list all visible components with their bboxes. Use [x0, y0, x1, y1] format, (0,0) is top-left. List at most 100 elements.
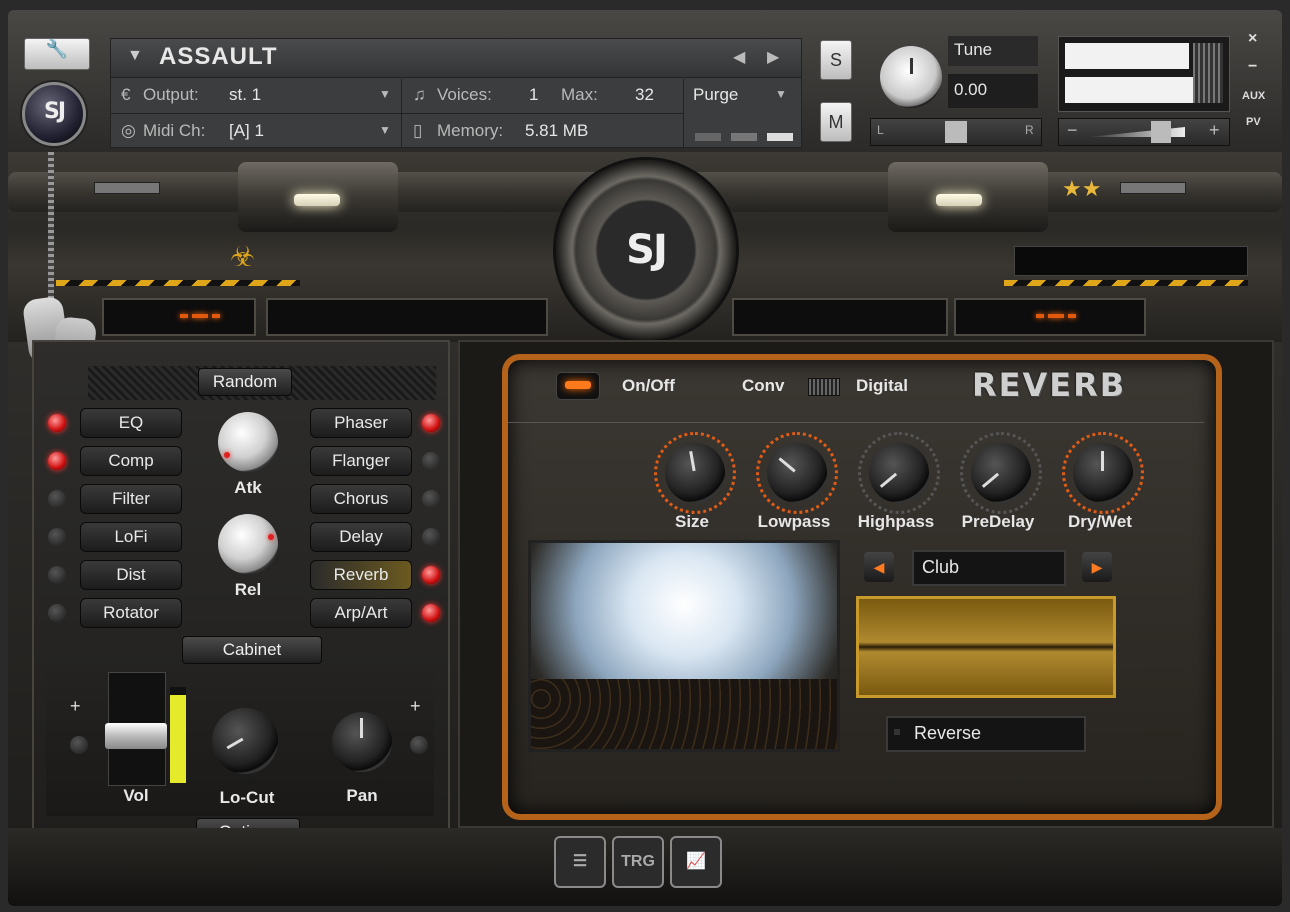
aux-button[interactable]: AUX: [1242, 90, 1265, 102]
chevron-down-icon[interactable]: ▼: [127, 47, 143, 65]
right-slot: [954, 298, 1146, 336]
filter-led[interactable]: [48, 490, 66, 508]
dry-wet-knob[interactable]: [1062, 432, 1144, 514]
lo-cut-knob[interactable]: [212, 708, 278, 774]
trg-button[interactable]: TRG: [612, 836, 664, 888]
rotator-led[interactable]: [48, 604, 66, 622]
mute-button[interactable]: M: [820, 102, 852, 142]
atk-knob[interactable]: [218, 412, 278, 472]
reverse-button[interactable]: Reverse: [886, 716, 1086, 752]
memory-indicator: [767, 133, 793, 141]
comp-led[interactable]: [48, 452, 66, 470]
volume-minus[interactable]: −: [1067, 120, 1078, 141]
lowpass-knob[interactable]: [756, 432, 838, 514]
plus-icon[interactable]: +: [410, 696, 421, 717]
output-label: Output:: [143, 85, 199, 104]
random-button[interactable]: Random: [198, 368, 292, 396]
atk-label: Atk: [234, 478, 262, 497]
volume-fader[interactable]: [105, 672, 167, 786]
pan-slider[interactable]: L R: [870, 118, 1042, 146]
delay-led[interactable]: [422, 528, 440, 546]
dog-tag-chain: [48, 152, 54, 302]
reverb-button[interactable]: Reverb: [310, 560, 412, 590]
chorus-led[interactable]: [422, 490, 440, 508]
close-icon[interactable]: ×: [1248, 30, 1257, 48]
reverb-panel: On/Off Conv Digital REVERB Size Lowpass …: [502, 354, 1222, 820]
pv-button[interactable]: PV: [1246, 116, 1261, 128]
size-knob[interactable]: [654, 432, 736, 514]
delay-button[interactable]: Delay: [310, 522, 412, 552]
flanger-led[interactable]: [422, 452, 440, 470]
reverb-led[interactable]: [422, 566, 440, 584]
eq-button[interactable]: EQ: [80, 408, 182, 438]
volume-fader-cap[interactable]: [105, 723, 167, 749]
cabinet-button[interactable]: Cabinet: [182, 636, 322, 664]
voices-value: 1: [529, 85, 539, 104]
phaser-led[interactable]: [422, 414, 440, 432]
next-arrow-icon[interactable]: ▶: [767, 47, 779, 67]
center-logo-emblem: SJ: [556, 160, 736, 340]
pan-left-label: L: [877, 123, 884, 137]
output-dropdown-icon[interactable]: ▼: [379, 87, 391, 101]
rotator-button[interactable]: Rotator: [80, 598, 182, 628]
arp-art-button[interactable]: Arp/Art: [310, 598, 412, 628]
output-value[interactable]: st. 1: [229, 85, 261, 105]
lofi-button[interactable]: LoFi: [80, 522, 182, 552]
pan-right-label: R: [1025, 123, 1034, 137]
volume-meter: [170, 687, 186, 783]
mixer-icon[interactable]: ☰: [554, 836, 606, 888]
output-icon: €: [121, 85, 131, 104]
sj-logo-icon[interactable]: SJ: [22, 82, 86, 146]
flanger-button[interactable]: Flanger: [310, 446, 412, 476]
highpass-knob[interactable]: [858, 432, 940, 514]
minimize-icon[interactable]: −: [1248, 58, 1257, 76]
predelay-knob[interactable]: [960, 432, 1042, 514]
eq-led[interactable]: [48, 414, 66, 432]
rel-knob[interactable]: [218, 514, 278, 574]
volume-slider[interactable]: − +: [1058, 118, 1230, 146]
prev-arrow-icon[interactable]: ◀: [733, 47, 745, 67]
output-level-meters: [1058, 36, 1230, 112]
lamp-icon: [936, 194, 982, 206]
tune-value: 0.00: [954, 80, 988, 99]
phaser-button[interactable]: Phaser: [310, 408, 412, 438]
digital-label: Digital: [856, 376, 908, 395]
max-voices-value[interactable]: 32: [635, 85, 654, 105]
preset-field[interactable]: Club: [912, 550, 1066, 586]
center-right-slot: [732, 298, 948, 336]
comp-button[interactable]: Comp: [80, 446, 182, 476]
pan-led[interactable]: [410, 736, 428, 754]
chorus-button[interactable]: Chorus: [310, 484, 412, 514]
reverb-power-button[interactable]: [556, 372, 600, 400]
conv-digital-switch[interactable]: [808, 378, 840, 396]
pan-knob[interactable]: [332, 712, 392, 772]
bottom-bar: ☰ TRG 📈: [8, 828, 1282, 906]
volume-plus[interactable]: +: [1209, 120, 1220, 141]
tune-knob[interactable]: [880, 46, 942, 108]
effects-panel: Random EQ Comp Filter LoFi Dist Rotator …: [32, 340, 450, 846]
lo-cut-label: Lo-Cut: [219, 788, 275, 807]
midi-channel-value[interactable]: [A] 1: [229, 121, 264, 141]
chart-icon[interactable]: 📈: [670, 836, 722, 888]
arp-art-led[interactable]: [422, 604, 440, 622]
tune-value-box[interactable]: 0.00: [948, 74, 1038, 108]
header-display-slot: [1014, 246, 1248, 276]
reverb-title: REVERB: [972, 366, 1127, 404]
purge-label[interactable]: Purge: [693, 85, 738, 105]
filter-button[interactable]: Filter: [80, 484, 182, 514]
plus-icon[interactable]: +: [70, 696, 81, 717]
preset-next-icon[interactable]: ▶: [1082, 552, 1112, 582]
wrench-icon[interactable]: 🔧: [24, 38, 90, 70]
solo-button[interactable]: S: [820, 40, 852, 80]
dist-button[interactable]: Dist: [80, 560, 182, 590]
midi-dropdown-icon[interactable]: ▼: [379, 123, 391, 137]
vol-led[interactable]: [70, 736, 88, 754]
midi-channel-label: Midi Ch:: [143, 121, 206, 140]
purge-dropdown-icon[interactable]: ▼: [775, 87, 787, 101]
impulse-response-waveform: [856, 596, 1116, 698]
lofi-led[interactable]: [48, 528, 66, 546]
preset-prev-icon[interactable]: ◀: [864, 552, 894, 582]
pan-slider-handle[interactable]: [945, 121, 967, 143]
dist-led[interactable]: [48, 566, 66, 584]
volume-slider-handle[interactable]: [1151, 121, 1171, 143]
